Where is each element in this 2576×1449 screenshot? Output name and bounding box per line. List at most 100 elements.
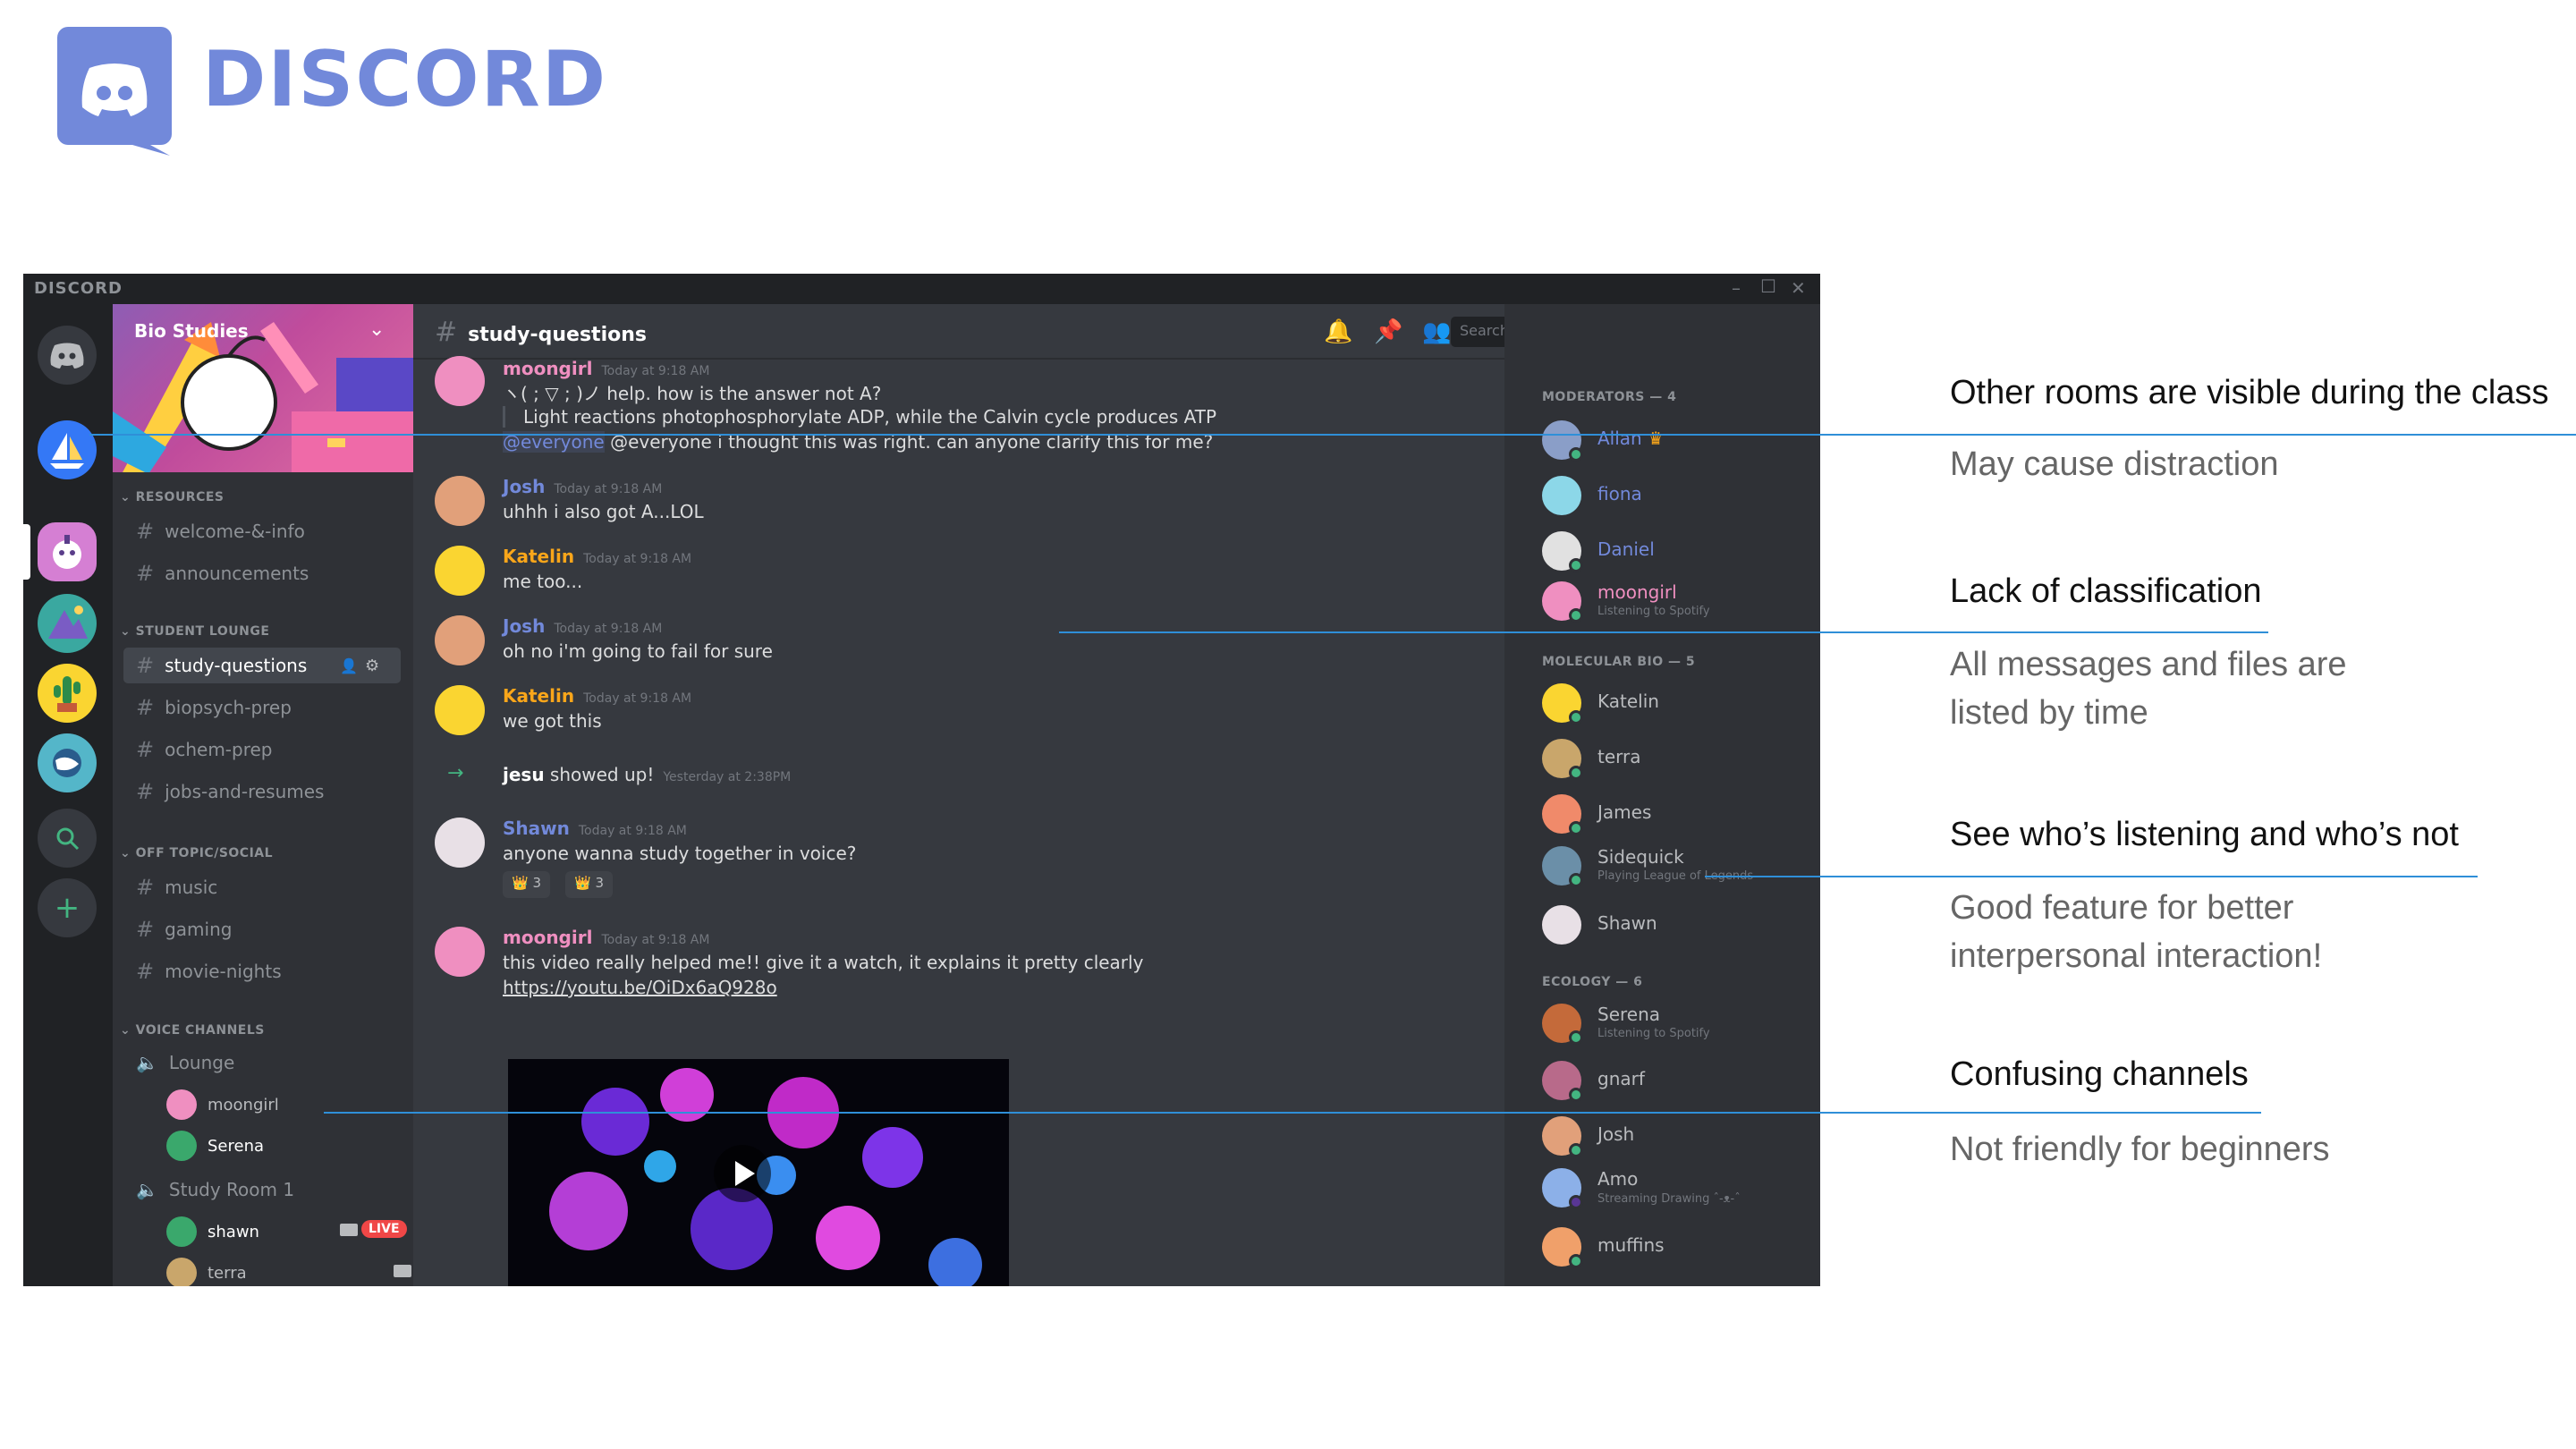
voice-user-shawn[interactable]: shawn xyxy=(166,1216,259,1247)
annotation-body: May cause distraction xyxy=(1950,445,2279,483)
annotation-line xyxy=(324,1112,2261,1114)
hash-icon: # xyxy=(136,737,155,762)
online-status xyxy=(1569,710,1583,724)
discord-logo-icon xyxy=(57,27,172,156)
annotation-body: listed by time xyxy=(1950,694,2148,732)
voice-channel-lounge[interactable]: 🔈 Lounge xyxy=(123,1045,401,1080)
members-icon[interactable]: 👥 xyxy=(1422,318,1451,345)
annotation-line xyxy=(89,434,2576,436)
channel-study-questions[interactable]: # study-questions 👤 ⚙ xyxy=(123,648,401,683)
channel-title: # study-questions xyxy=(435,317,647,348)
server-banner[interactable]: Bio Studies ⌄ xyxy=(113,304,413,472)
hash-icon: # xyxy=(136,561,155,586)
close-icon[interactable]: ✕ xyxy=(1791,277,1806,299)
voice-user-serena[interactable]: Serena xyxy=(166,1131,264,1161)
channel-movie-nights[interactable]: # movie-nights xyxy=(123,953,401,989)
reaction[interactable]: 👑 3 xyxy=(503,871,550,898)
discord-app-window: DISCORD – ☐ ✕ + Bio Studies ⌄ ⌄ RESOURCE… xyxy=(23,274,1820,1286)
video-link[interactable]: https://youtu.be/OiDx6aQ928o xyxy=(503,977,777,998)
online-status xyxy=(1569,1088,1583,1102)
channel-gaming[interactable]: # gaming xyxy=(123,911,401,947)
titlebar-brand: DISCORD xyxy=(34,279,123,298)
category-off-topic[interactable]: ⌄ OFF TOPIC/SOCIAL xyxy=(120,846,273,860)
voice-user-moongirl[interactable]: moongirl xyxy=(166,1089,279,1120)
online-status xyxy=(1569,1254,1583,1268)
annotation-title: Lack of classification xyxy=(1950,572,2262,610)
annotation-body: Not friendly for beginners xyxy=(1950,1131,2330,1168)
video-camera-icon xyxy=(394,1265,411,1277)
voice-channel-study-room[interactable]: 🔈 Study Room 1 xyxy=(123,1172,401,1208)
avatar xyxy=(166,1089,197,1120)
hash-icon: # xyxy=(435,317,458,348)
pin-icon[interactable]: 📌 xyxy=(1374,318,1402,345)
avatar[interactable] xyxy=(435,927,485,977)
play-icon xyxy=(735,1161,755,1186)
annotation-title: Confusing channels xyxy=(1950,1055,2249,1093)
minimize-icon[interactable]: – xyxy=(1732,277,1741,299)
hash-icon: # xyxy=(136,917,155,942)
add-server-icon[interactable]: + xyxy=(38,878,97,937)
home-button[interactable] xyxy=(38,326,97,385)
voice-user-terra[interactable]: terra xyxy=(166,1258,247,1286)
annotation-line xyxy=(1059,631,2268,633)
maximize-icon[interactable]: ☐ xyxy=(1760,275,1776,297)
server-icon-bio-studies[interactable] xyxy=(38,522,97,581)
video-camera-icon xyxy=(340,1224,358,1236)
channel-announcements[interactable]: # announcements xyxy=(123,555,401,591)
bell-icon[interactable]: 🔔 xyxy=(1324,318,1352,345)
server-icon-planet[interactable] xyxy=(38,733,97,792)
avatar xyxy=(166,1258,197,1286)
member-group-title: ECOLOGY — 6 xyxy=(1542,975,1643,989)
gear-icon[interactable]: ⚙ xyxy=(365,657,379,675)
hash-icon: # xyxy=(136,875,155,900)
hash-icon: # xyxy=(136,653,155,678)
annotation-body: All messages and files are xyxy=(1950,646,2347,683)
channel-biopsych-prep[interactable]: # biopsych-prep xyxy=(123,690,401,725)
annotation-title: Other rooms are visible during the class xyxy=(1950,374,2549,411)
server-icon-mountain[interactable] xyxy=(38,594,97,653)
avatar xyxy=(166,1131,197,1161)
channel-ochem-prep[interactable]: # ochem-prep xyxy=(123,732,401,767)
speaker-icon: 🔈 xyxy=(136,1052,158,1073)
channel-music[interactable]: # music xyxy=(123,869,401,905)
online-status xyxy=(1569,821,1583,835)
online-status xyxy=(1569,558,1583,572)
avatar xyxy=(1542,905,1581,945)
invite-icon[interactable]: 👤 xyxy=(340,657,358,674)
hash-icon: # xyxy=(136,959,155,984)
avatar[interactable] xyxy=(435,685,485,735)
annotation-line xyxy=(1705,876,2478,877)
active-server-pill xyxy=(23,524,30,580)
avatar[interactable] xyxy=(435,546,485,596)
live-badge: LIVE xyxy=(361,1220,407,1238)
annotation-body: Good feature for better xyxy=(1950,889,2294,927)
chat-area: #study-questions 🔔 📌 👥 Search⌕ ⤓ @ ? moo… xyxy=(413,304,1762,1286)
server-icon-cactus[interactable] xyxy=(38,664,97,723)
online-status xyxy=(1569,766,1583,780)
discord-wordmark: DISCORD xyxy=(202,35,608,124)
online-status xyxy=(1569,873,1583,887)
category-voice-channels[interactable]: ⌄ VOICE CHANNELS xyxy=(120,1023,265,1038)
avatar[interactable] xyxy=(435,356,485,406)
discord-home-icon xyxy=(50,343,84,369)
channel-welcome[interactable]: # welcome-&-info xyxy=(123,513,401,549)
speaker-icon: 🔈 xyxy=(136,1179,158,1200)
titlebar: DISCORD – ☐ ✕ xyxy=(23,274,1820,304)
avatar[interactable] xyxy=(435,615,485,665)
server-icon-sailboat[interactable] xyxy=(38,420,97,479)
channel-jobs-and-resumes[interactable]: # jobs-and-resumes xyxy=(123,774,401,809)
category-resources[interactable]: ⌄ RESOURCES xyxy=(120,490,225,504)
search-icon[interactable] xyxy=(38,809,97,868)
hash-icon: # xyxy=(136,519,155,544)
video-embed[interactable] xyxy=(508,1059,1009,1286)
avatar[interactable] xyxy=(435,476,485,526)
avatar[interactable] xyxy=(435,818,485,868)
online-status xyxy=(1569,608,1583,623)
crown-icon: ♛ xyxy=(1648,428,1665,449)
member-group-title: MOLECULAR BIO — 5 xyxy=(1542,655,1696,669)
play-button[interactable] xyxy=(714,1145,771,1202)
server-list: + xyxy=(23,304,113,1286)
chevron-down-icon[interactable]: ⌄ xyxy=(369,318,385,341)
reaction[interactable]: 👑 3 xyxy=(565,871,613,898)
category-student-lounge[interactable]: ⌄ STUDENT LOUNGE xyxy=(120,624,269,639)
